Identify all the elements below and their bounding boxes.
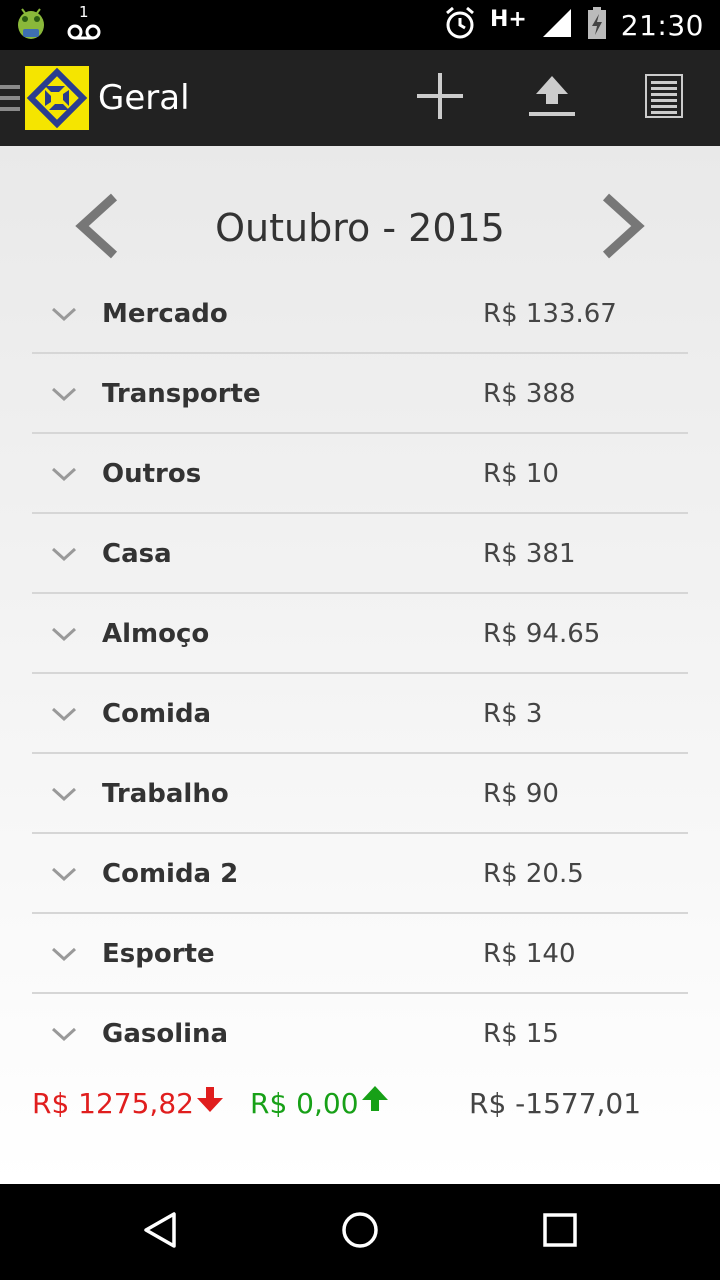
category-value: R$ 10 — [483, 459, 559, 489]
arrow-down-icon — [196, 1082, 224, 1126]
category-name: Esporte — [102, 939, 215, 969]
category-name: Casa — [102, 539, 172, 569]
back-button[interactable] — [130, 1202, 190, 1262]
android-debug-icon — [14, 3, 48, 48]
category-row[interactable]: Mercado R$ 133.67 — [32, 274, 688, 354]
category-value: R$ 140 — [483, 939, 576, 969]
drawer-menu-icon[interactable] — [0, 83, 22, 113]
system-nav-bar — [0, 1184, 720, 1280]
category-row[interactable]: Almoço R$ 94.65 — [32, 594, 688, 674]
recent-apps-icon — [540, 1210, 580, 1255]
total-balance: R$ -1577,01 — [469, 1087, 642, 1120]
chevron-left-icon — [72, 193, 122, 264]
category-value: R$ 133.67 — [483, 299, 617, 329]
month-label: Outubro - 2015 — [215, 206, 505, 250]
category-row[interactable]: Outros R$ 10 — [32, 434, 688, 514]
previous-month-button[interactable] — [62, 188, 132, 268]
category-value: R$ 3 — [483, 699, 543, 729]
total-expenses-value: R$ 1275,82 — [32, 1087, 194, 1120]
total-expenses: R$ 1275,82 — [32, 1082, 224, 1126]
chevron-down-icon[interactable] — [50, 624, 78, 644]
status-bar: 1 H+ 21:30 — [0, 0, 720, 50]
category-name: Mercado — [102, 299, 228, 329]
list-button[interactable] — [634, 68, 694, 128]
app-title: Geral — [98, 78, 190, 118]
next-month-button[interactable] — [588, 188, 658, 268]
recent-apps-button[interactable] — [530, 1202, 590, 1262]
chevron-down-icon[interactable] — [50, 864, 78, 884]
voicemail-icon: 1 — [66, 3, 102, 45]
category-name: Trabalho — [102, 779, 229, 809]
category-name: Comida — [102, 699, 212, 729]
category-value: R$ 90 — [483, 779, 559, 809]
content: Outubro - 2015 Mercado R$ 133.67 Transpo… — [0, 146, 720, 1184]
chevron-down-icon[interactable] — [50, 304, 78, 324]
total-income-value: R$ 0,00 — [250, 1087, 359, 1120]
category-row[interactable]: Comida R$ 3 — [32, 674, 688, 754]
category-name: Outros — [102, 459, 202, 489]
category-row[interactable]: Trabalho R$ 90 — [32, 754, 688, 834]
category-row[interactable]: Comida 2 R$ 20.5 — [32, 834, 688, 914]
home-button[interactable] — [330, 1202, 390, 1262]
chevron-down-icon[interactable] — [50, 544, 78, 564]
category-name: Comida 2 — [102, 859, 239, 889]
status-time: 21:30 — [620, 8, 704, 42]
home-icon — [340, 1210, 380, 1255]
list-icon — [645, 73, 683, 123]
category-row[interactable]: Gasolina R$ 15 — [32, 994, 688, 1074]
battery-charging-icon — [587, 6, 607, 44]
category-row[interactable]: Transporte R$ 388 — [32, 354, 688, 434]
month-navigator: Outubro - 2015 — [0, 186, 720, 270]
signal-icon — [541, 7, 573, 44]
category-name: Almoço — [102, 619, 210, 649]
upload-icon — [527, 74, 577, 123]
add-button[interactable] — [410, 68, 470, 128]
alarm-icon — [444, 6, 476, 45]
chevron-down-icon[interactable] — [50, 464, 78, 484]
category-value: R$ 94.65 — [483, 619, 601, 649]
chevron-down-icon[interactable] — [50, 704, 78, 724]
totals-bar: R$ 1275,82 R$ 0,00 R$ -1577,01 — [0, 1082, 720, 1126]
category-name: Gasolina — [102, 1019, 229, 1049]
category-value: R$ 381 — [483, 539, 576, 569]
back-icon — [140, 1210, 180, 1255]
chevron-down-icon[interactable] — [50, 1024, 78, 1044]
category-value: R$ 15 — [483, 1019, 559, 1049]
category-row[interactable]: Esporte R$ 140 — [32, 914, 688, 994]
category-list: Mercado R$ 133.67 Transporte R$ 388 Outr… — [32, 274, 688, 1074]
category-value: R$ 20.5 — [483, 859, 584, 889]
chevron-down-icon[interactable] — [50, 784, 78, 804]
total-income: R$ 0,00 — [250, 1082, 389, 1126]
category-row[interactable]: Casa R$ 381 — [32, 514, 688, 594]
chevron-down-icon[interactable] — [50, 944, 78, 964]
category-value: R$ 388 — [483, 379, 576, 409]
network-type: H+ — [489, 6, 527, 32]
add-icon — [415, 71, 465, 126]
upload-button[interactable] — [522, 68, 582, 128]
chevron-right-icon — [598, 193, 648, 264]
action-bar: Geral — [0, 50, 720, 146]
chevron-down-icon[interactable] — [50, 384, 78, 404]
category-name: Transporte — [102, 379, 261, 409]
app-logo[interactable] — [25, 66, 89, 130]
arrow-up-icon — [361, 1082, 389, 1126]
